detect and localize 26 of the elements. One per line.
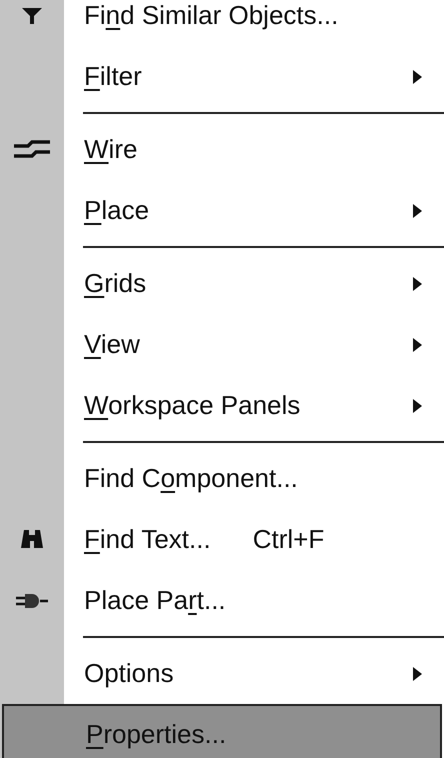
menu-item[interactable]: Workspace Panels	[0, 375, 444, 436]
menu-item-label: Find Text...	[84, 523, 211, 556]
menu-item-label: Workspace Panels	[84, 389, 300, 422]
menu-item[interactable]: Wire	[0, 119, 444, 180]
menu-item[interactable]: Filter	[0, 46, 444, 107]
menu-item[interactable]: Find Similar Objects...	[0, 0, 444, 46]
menu-item[interactable]: Find Component...	[0, 448, 444, 509]
menu-item-label: View	[84, 328, 140, 361]
menu-item-label: Options	[84, 657, 174, 690]
shortcut-text: Ctrl+F	[252, 523, 324, 556]
menu-item[interactable]: Place	[0, 180, 444, 241]
menu-item-label: Wire	[84, 133, 138, 166]
menu-item-label: Filter	[84, 60, 142, 93]
menu-item[interactable]: View	[0, 314, 444, 375]
menu-item[interactable]: Place Part...	[0, 570, 444, 631]
funnel-icon	[21, 6, 43, 26]
menu-item[interactable]: Find Text... Ctrl+F	[0, 509, 444, 570]
menu-item[interactable]: Options	[0, 643, 444, 704]
menu-item[interactable]: Properties...	[2, 704, 442, 758]
menu-item-label: Properties...	[86, 718, 226, 751]
menu-item[interactable]: Grids	[0, 253, 444, 314]
menu-item-label: Grids	[84, 267, 146, 300]
menu-item-label: Find Similar Objects...	[84, 0, 338, 32]
menu-item-label: Place Part...	[84, 584, 226, 617]
menu-item-label: Find Component...	[84, 462, 298, 495]
menu-item-label: Place	[84, 194, 150, 227]
